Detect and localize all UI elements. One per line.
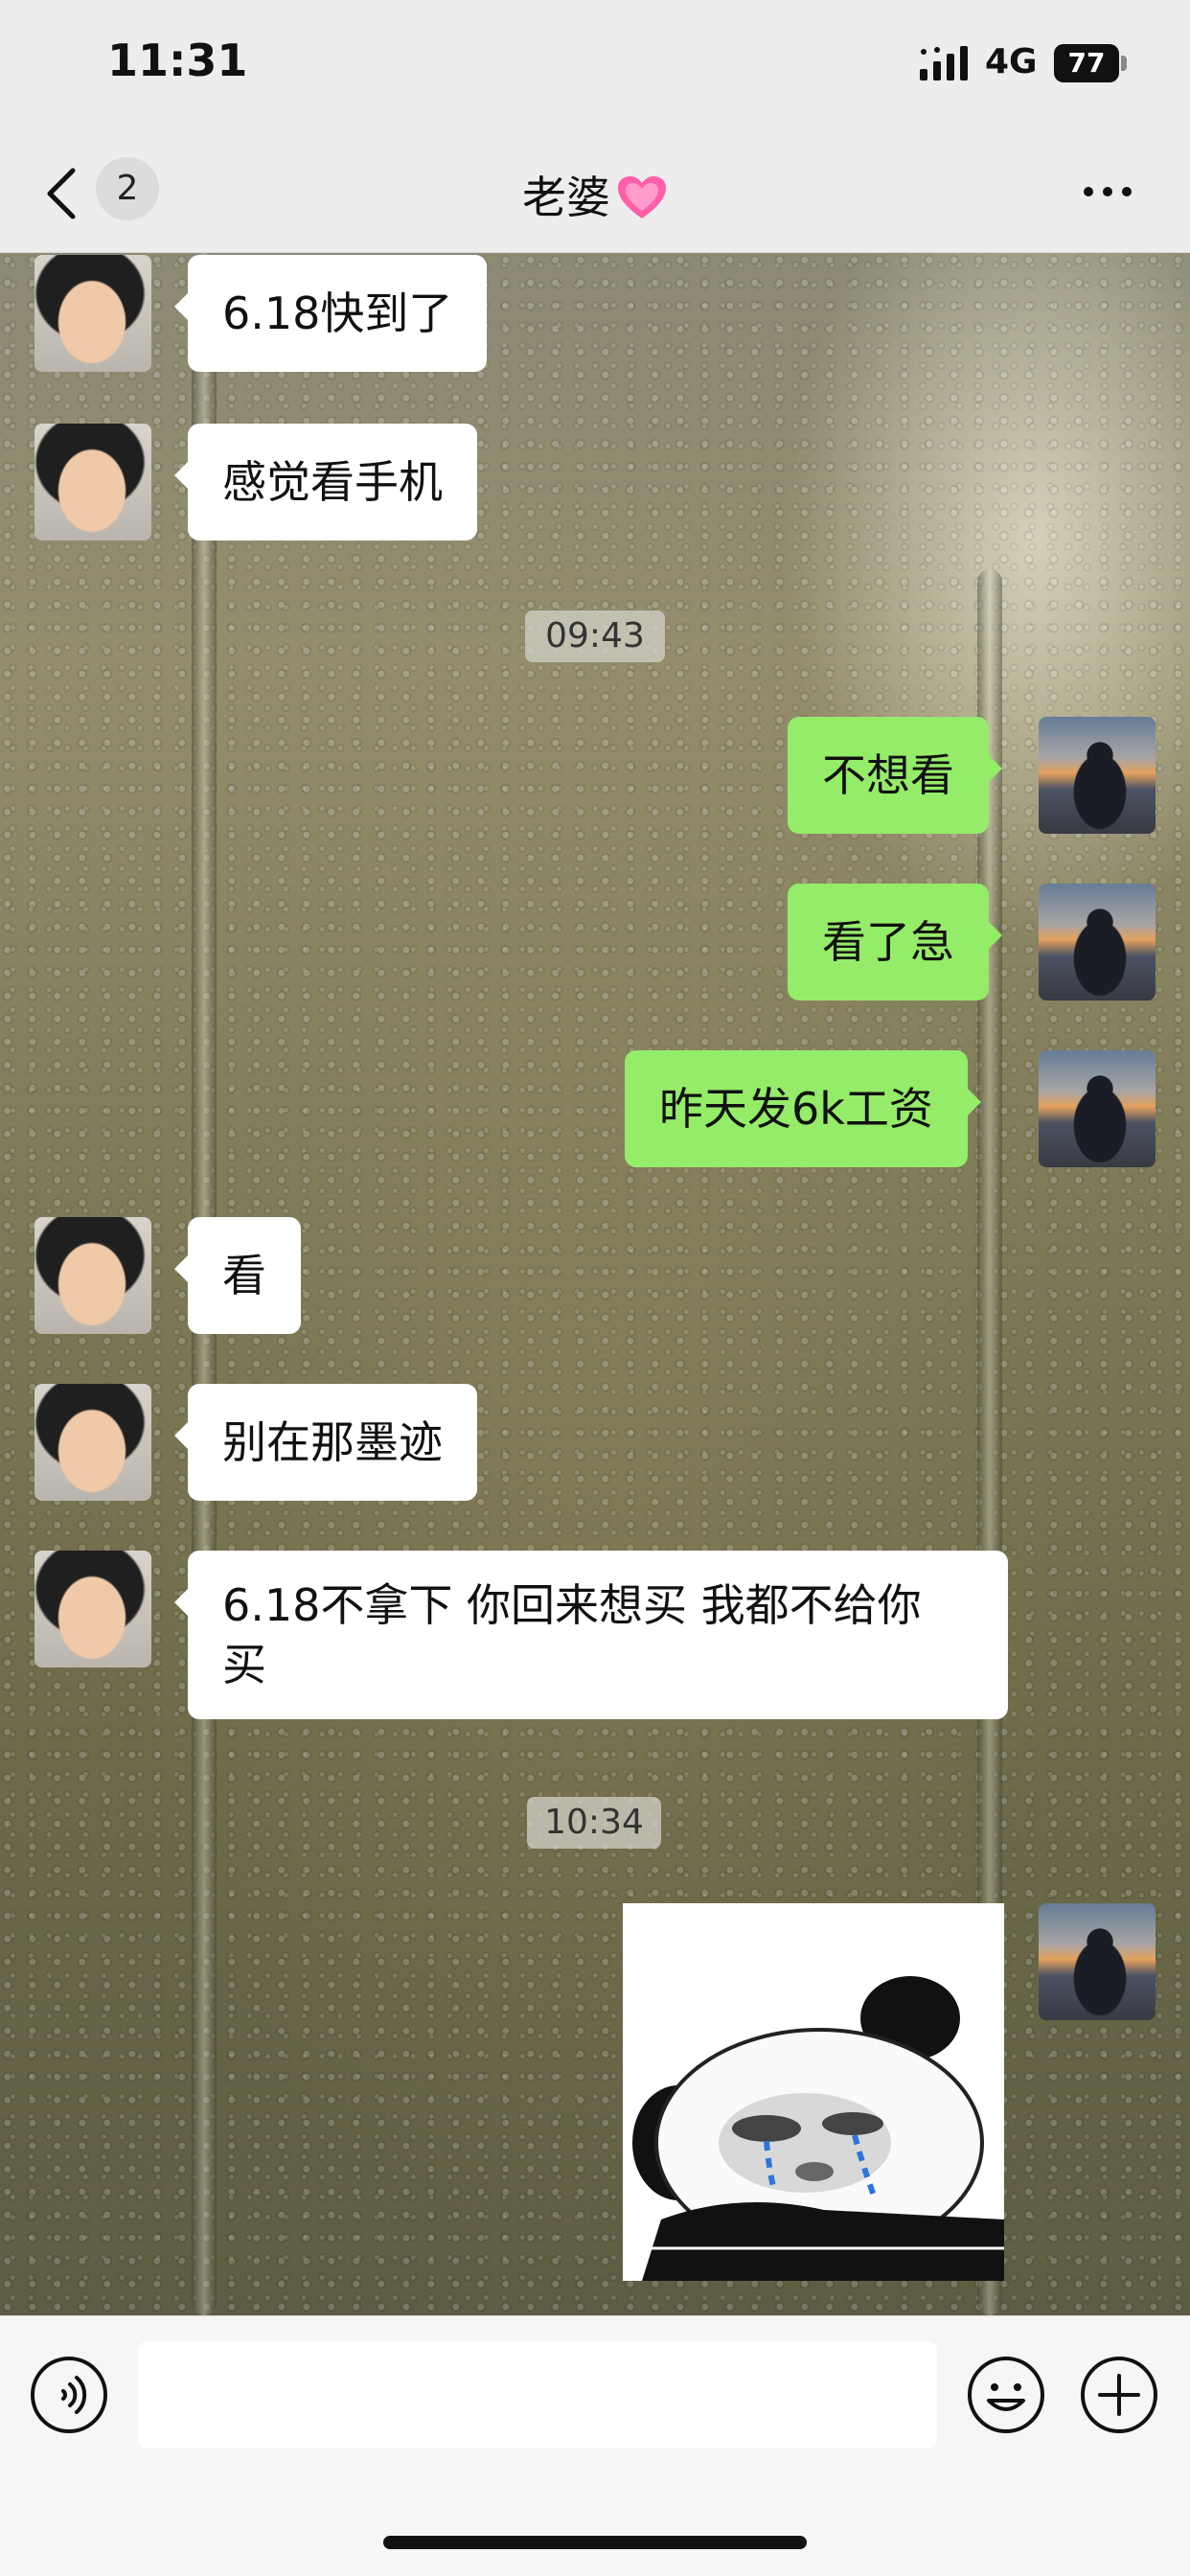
status-bar: 11:31 4G 77 xyxy=(0,0,1190,134)
contact-avatar[interactable] xyxy=(34,424,151,540)
message-text: 感觉看手机 xyxy=(222,456,443,508)
crying-panda-icon xyxy=(623,1903,1004,2281)
message-input[interactable] xyxy=(138,2341,937,2449)
my-avatar[interactable] xyxy=(1039,1050,1156,1167)
outgoing-message-bubble[interactable]: 昨天发6k工资 xyxy=(625,1050,981,1167)
contact-avatar[interactable] xyxy=(34,1551,151,1668)
message-text-line: 6.18不拿下 你回来想买 我都不给你 xyxy=(222,1579,922,1631)
crying-panda-sticker[interactable] xyxy=(623,1903,1004,2281)
message-text: 不想看 xyxy=(822,749,954,801)
pink-heart-icon xyxy=(618,176,666,218)
signal-strength-icon xyxy=(920,46,968,80)
incoming-message-bubble[interactable]: 6.18不拿下 你回来想买 我都不给你 买 xyxy=(174,1551,1008,1719)
my-avatar[interactable] xyxy=(1039,717,1156,834)
status-time: 11:31 xyxy=(107,34,248,86)
network-type: 4G xyxy=(985,42,1038,81)
message-text: 昨天发6k工资 xyxy=(659,1083,933,1135)
chat-message-list[interactable] xyxy=(0,253,1190,2315)
chat-title: 老婆 xyxy=(0,163,1190,226)
contact-avatar[interactable] xyxy=(34,1384,151,1501)
my-avatar[interactable] xyxy=(1039,884,1156,1000)
my-avatar[interactable] xyxy=(1039,1903,1156,2020)
message-text-line: 买 xyxy=(222,1639,266,1690)
emoji-button[interactable] xyxy=(966,2355,1046,2435)
more-options-icon[interactable] xyxy=(1081,184,1134,199)
message-timestamp: 09:43 xyxy=(525,610,665,662)
message-text: 别在那墨迹 xyxy=(222,1416,443,1468)
contact-avatar[interactable] xyxy=(34,1217,151,1334)
chat-header: 2 老婆 xyxy=(0,134,1190,253)
voice-input-button[interactable] xyxy=(29,2355,109,2435)
contact-avatar[interactable] xyxy=(34,255,151,372)
incoming-message-bubble[interactable]: 6.18快到了 xyxy=(173,255,488,372)
chat-title-text: 老婆 xyxy=(522,172,610,223)
message-timestamp: 10:34 xyxy=(527,1797,661,1849)
battery-level: 77 xyxy=(1054,44,1119,82)
incoming-message-bubble[interactable]: 感觉看手机 xyxy=(174,424,477,540)
message-text: 看了急 xyxy=(822,916,954,968)
add-more-button[interactable] xyxy=(1079,2355,1159,2435)
incoming-message-bubble[interactable]: 看 xyxy=(174,1217,301,1334)
incoming-message-bubble[interactable]: 别在那墨迹 xyxy=(174,1384,477,1501)
battery-icon: 77 xyxy=(1054,44,1127,82)
message-text: 看 xyxy=(222,1250,266,1301)
outgoing-message-bubble[interactable]: 不想看 xyxy=(788,717,1002,834)
home-indicator[interactable] xyxy=(383,2536,807,2549)
message-text: 6.18快到了 xyxy=(222,288,453,339)
outgoing-message-bubble[interactable]: 看了急 xyxy=(788,884,1002,1000)
